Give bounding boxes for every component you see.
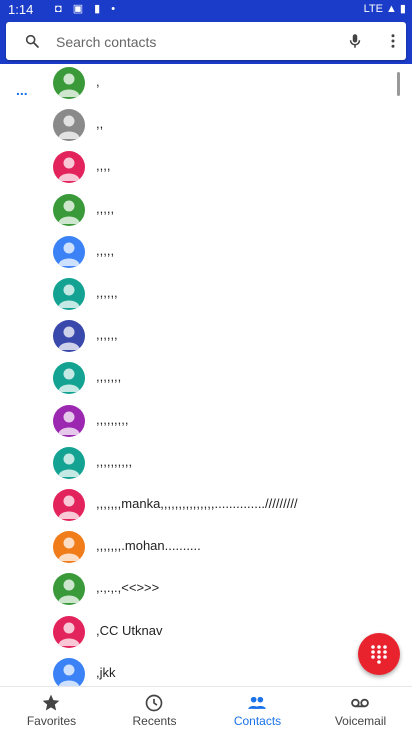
contact-row[interactable]: ,,,,,, (0, 278, 390, 320)
contact-avatar-icon (53, 235, 85, 268)
contact-row[interactable]: ,,,,,,, (0, 362, 390, 404)
search-input[interactable] (54, 22, 338, 62)
contact-name: ,,,, (96, 158, 111, 174)
contact-avatar-icon (53, 193, 85, 226)
contact-row[interactable]: ,,,,,,,.mohan.......... (0, 531, 390, 573)
contact-name: , (96, 74, 100, 89)
network-label: LTE (363, 3, 383, 15)
contact-row[interactable]: ,,,,, (0, 193, 390, 236)
contact-name: ,,,,,,,.mohan.......... (96, 538, 201, 554)
contact-name: ,jkk (96, 664, 116, 680)
contacts-list[interactable]: ... ,,,,,,,,,,,,,,,,,,,,,,,,,,,,,,,,,,,,… (0, 64, 412, 686)
contact-avatar-icon (53, 615, 85, 648)
search-bar[interactable] (6, 22, 406, 62)
tab-label: Recents (132, 714, 177, 728)
contact-avatar-icon (53, 657, 85, 686)
contact-row[interactable]: ,CC Utknav (0, 615, 390, 658)
contact-row[interactable]: , (0, 67, 390, 109)
dialpad-button[interactable] (358, 633, 400, 675)
contact-row[interactable]: ,,,,, (0, 235, 390, 278)
contact-avatar-icon (53, 446, 85, 479)
contact-avatar-icon (53, 320, 85, 353)
contact-avatar-icon (53, 67, 85, 99)
star-icon (42, 694, 60, 711)
more-options-icon[interactable] (384, 32, 402, 50)
contact-name: ,,,,, (96, 200, 115, 216)
contact-avatar-icon (53, 489, 85, 521)
tab-contacts[interactable]: Contacts (206, 687, 309, 733)
search-icon[interactable] (24, 33, 40, 49)
contact-avatar-icon (53, 362, 85, 395)
voicemail-icon (351, 698, 369, 708)
mic-icon[interactable] (346, 32, 364, 50)
contact-row[interactable]: ,, (0, 109, 390, 151)
status-right: LTE ▲ ▮ (363, 3, 406, 15)
contact-name: ,, (96, 116, 104, 132)
contact-name: ,,,,,,, (96, 369, 122, 385)
people-icon (248, 696, 266, 709)
contact-name: ,,,,, (96, 242, 115, 258)
contact-row[interactable]: ,,,, (0, 151, 390, 193)
contact-avatar-icon (53, 109, 85, 142)
contact-name: ,,,,,, (96, 285, 118, 300)
notification-icons: ◘ ▣ ▮ • (55, 3, 120, 15)
tab-voicemail[interactable]: Voicemail (309, 687, 412, 733)
scrollbar[interactable] (397, 72, 400, 96)
tab-favorites[interactable]: Favorites (0, 687, 103, 733)
contact-row[interactable]: ,,,,,,,manka,,,,,,,,,,,,,,,.............… (0, 489, 390, 531)
tab-recents[interactable]: Recents (103, 687, 206, 733)
bottom-navigation: Favorites Recents Contacts Voicemail (0, 686, 412, 733)
contact-row[interactable]: ,,,,,,,,, (0, 404, 390, 447)
contact-avatar-icon (53, 573, 85, 606)
contact-name: ,,,,,,,,, (96, 411, 129, 427)
contact-row[interactable]: ,,,,,, (0, 320, 390, 362)
tab-label: Favorites (26, 714, 77, 728)
contact-row[interactable]: ,jkk (0, 657, 390, 686)
tab-label: Voicemail (334, 714, 387, 728)
contact-avatar-icon (53, 404, 85, 437)
contact-row[interactable]: ,.,.,.,<<>>> (0, 573, 390, 615)
dialpad-icon (371, 645, 387, 664)
clock-icon (145, 694, 163, 712)
contact-name: ,,,,,,,manka,,,,,,,,,,,,,,,.............… (96, 496, 298, 511)
contact-avatar-icon (53, 278, 85, 310)
contact-name: ,,,,,, (96, 327, 118, 343)
contact-avatar-icon (53, 151, 85, 184)
status-time: 1:14 (8, 2, 34, 17)
contact-row[interactable]: ,,,,,,,,,, (0, 446, 390, 489)
tab-label: Contacts (233, 714, 282, 728)
contact-avatar-icon (53, 531, 85, 564)
contact-name: ,,,,,,,,,, (96, 453, 133, 469)
contact-name: ,CC Utknav (96, 622, 163, 638)
contact-name: ,.,.,.,<<>>> (96, 580, 160, 596)
